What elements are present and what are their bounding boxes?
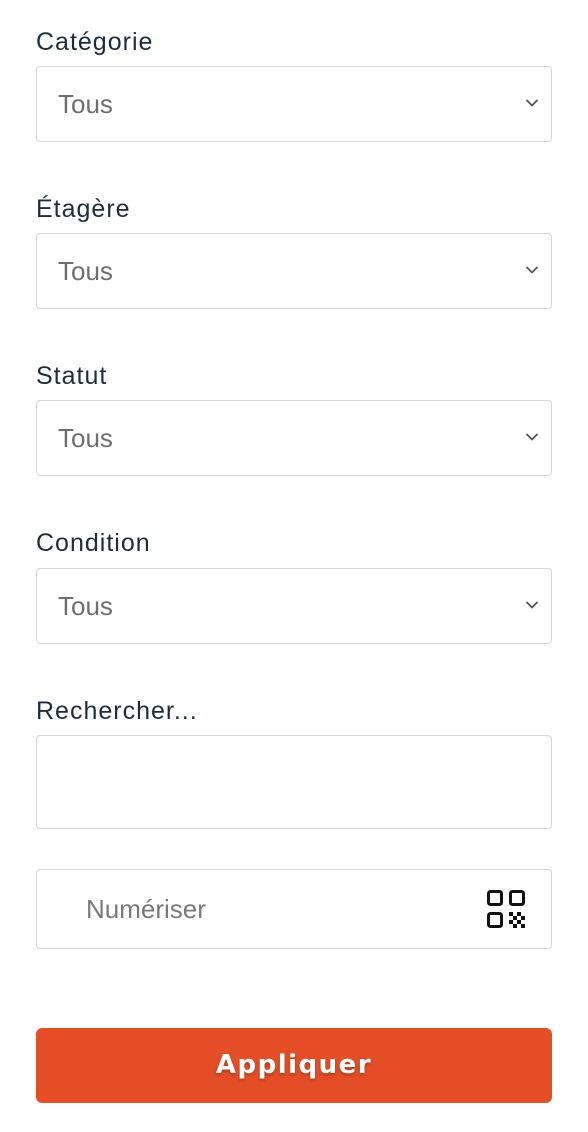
chevron-down-icon [526, 601, 538, 609]
chevron-down-icon [526, 433, 538, 441]
condition-select-value: Tous [58, 591, 113, 621]
category-label: Catégorie [36, 28, 154, 56]
search-label: Rechercher... [36, 697, 198, 725]
shelf-label: Étagère [36, 195, 131, 223]
chevron-down-icon [526, 99, 538, 107]
condition-label: Condition [36, 529, 151, 557]
shelf-select-value: Tous [58, 256, 113, 286]
apply-button[interactable]: Appliquer [36, 1028, 552, 1103]
status-select-value: Tous [58, 423, 113, 453]
scan-placeholder: Numériser [86, 894, 206, 924]
category-select[interactable]: Tous [36, 66, 552, 142]
status-select[interactable]: Tous [36, 400, 552, 476]
status-label: Statut [36, 362, 108, 390]
category-select-value: Tous [58, 89, 113, 119]
chevron-down-icon [526, 266, 538, 274]
scan-field[interactable]: Numériser [36, 869, 552, 949]
shelf-select[interactable]: Tous [36, 233, 552, 309]
qr-code-icon[interactable] [487, 890, 525, 928]
condition-select[interactable]: Tous [36, 568, 552, 644]
search-input[interactable] [36, 735, 552, 829]
